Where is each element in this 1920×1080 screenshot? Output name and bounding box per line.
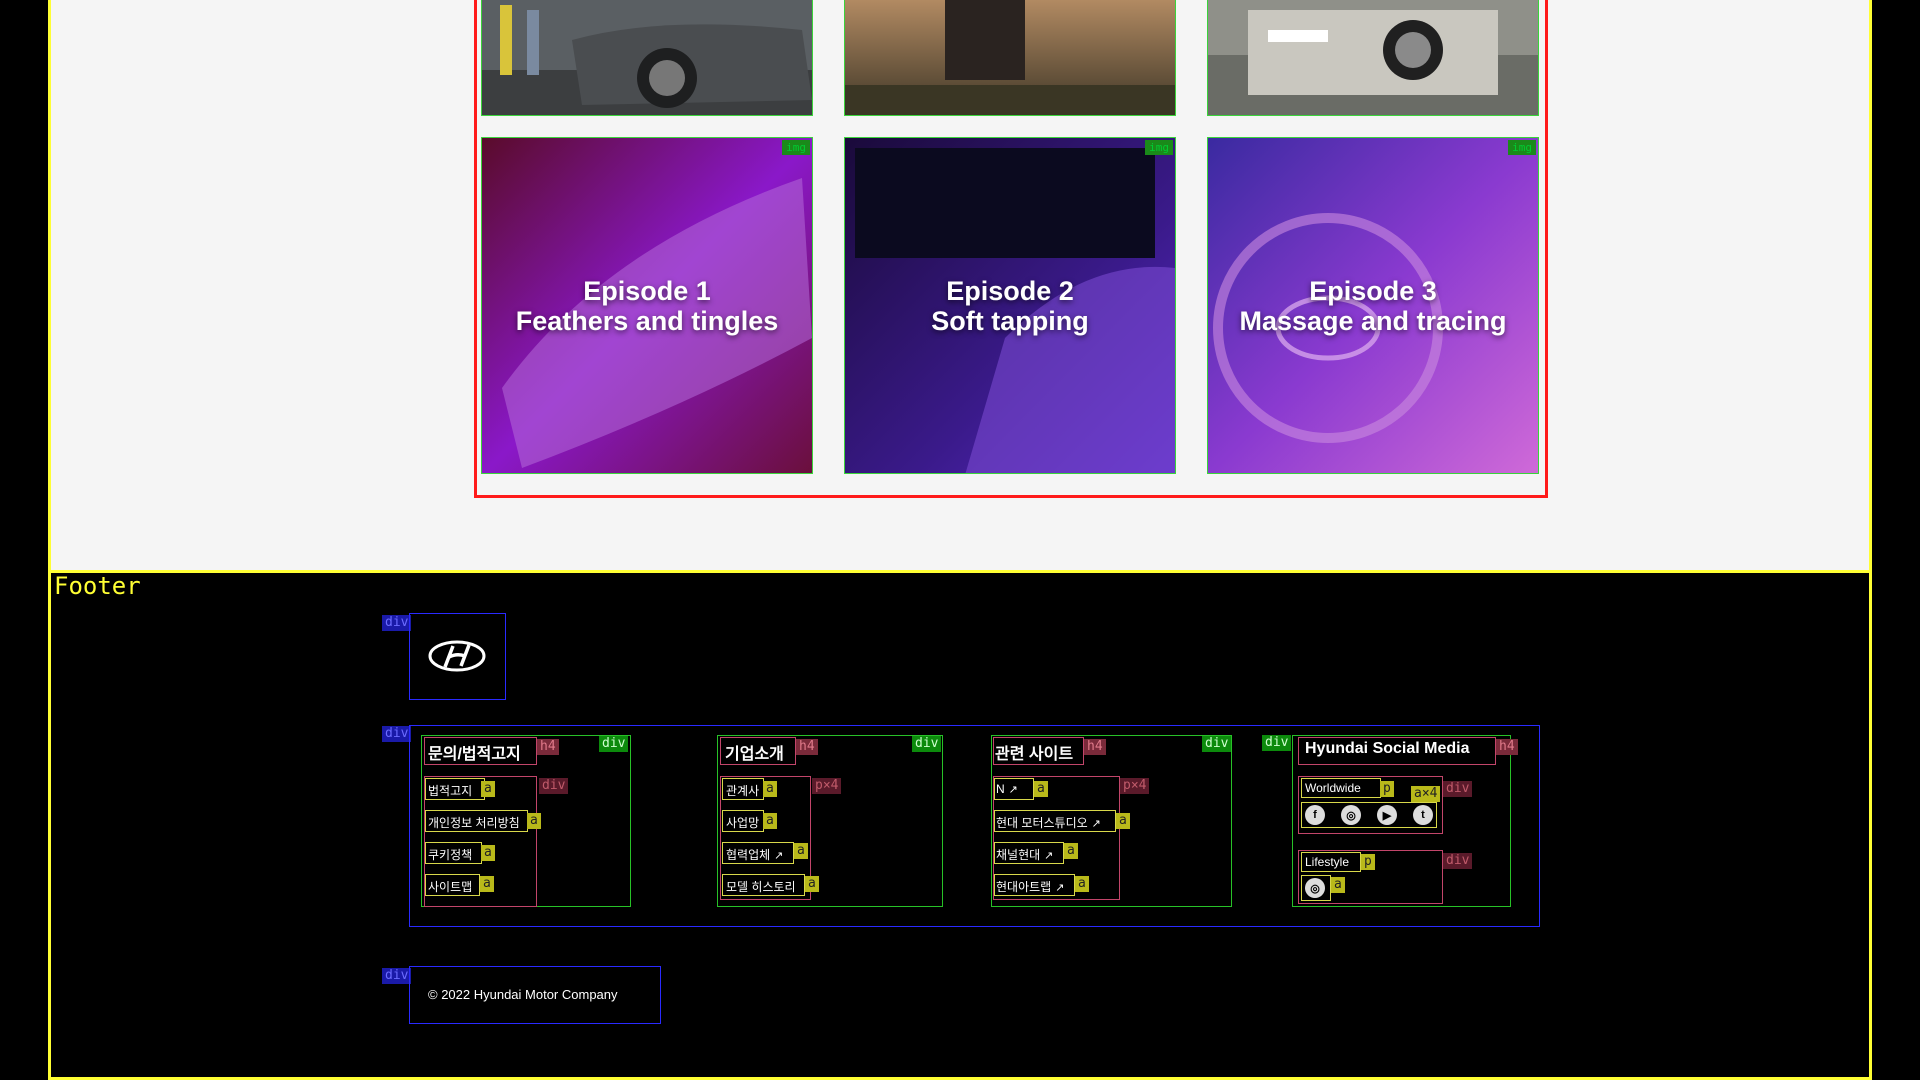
a-tag: a	[794, 843, 808, 859]
link-cookie-policy[interactable]: 쿠키정책	[428, 846, 472, 863]
car-photo-tile-1[interactable]	[481, 0, 813, 116]
p-tag: p	[1380, 781, 1394, 797]
a-tag: a	[480, 876, 494, 892]
link-channel-hyundai[interactable]: 채널현대 ↗	[996, 846, 1053, 863]
episode-1-caption: Episode 1 Feathers and tingles	[482, 138, 812, 473]
episode-3-subtitle: Massage and tracing	[1239, 305, 1507, 336]
img-tag: img	[1145, 140, 1173, 155]
episode-2-subtitle: Soft tapping	[931, 305, 1089, 336]
link-partners[interactable]: 협력업체 ↗	[726, 846, 783, 863]
div-tag: div	[539, 778, 569, 794]
link-n[interactable]: N ↗	[996, 782, 1018, 796]
link-legal-notice[interactable]: 법적고지	[428, 782, 472, 799]
h4-tag: h4	[1496, 739, 1518, 755]
notice-title: 문의/법적고지	[428, 746, 521, 763]
img-tag: img	[1508, 140, 1536, 155]
youtube-icon[interactable]: ▶	[1377, 805, 1397, 825]
episode-1-subtitle: Feathers and tingles	[515, 305, 779, 336]
a-tag: a	[481, 845, 495, 861]
a-tag: a	[763, 781, 777, 797]
div-tag: div	[912, 736, 942, 752]
h4-tag: h4	[796, 739, 818, 755]
car-photo	[482, 0, 812, 115]
external-link-icon: ↗	[1055, 882, 1065, 894]
content-area: Episode 1 Feathers and tingles img Episo…	[48, 0, 1872, 572]
p-tag: p	[1361, 854, 1375, 870]
a-tag: a	[1331, 877, 1345, 893]
a-tag: a	[1075, 876, 1089, 892]
episode-tile-2[interactable]: Episode 2 Soft tapping img	[844, 137, 1176, 474]
div-tag: div	[382, 726, 412, 742]
link-business-network[interactable]: 사업망	[726, 814, 759, 831]
hyundai-logo-icon	[428, 640, 486, 672]
photo-tile-2[interactable]	[844, 0, 1176, 116]
a-tag: a	[805, 876, 819, 892]
a-tag: a	[1064, 843, 1078, 859]
social-title: Hyundai Social Media	[1305, 740, 1470, 757]
link-sitemap[interactable]: 사이트맵	[428, 878, 472, 895]
link-motorstudio[interactable]: 현대 모터스튜디오 ↗	[996, 814, 1101, 831]
a4-tag: a×4	[1411, 786, 1441, 802]
div-tag: div	[1202, 736, 1232, 752]
episode-2-title: Episode 2	[946, 275, 1074, 306]
footer-label: Footer	[54, 572, 141, 600]
sunset-photo	[845, 0, 1175, 115]
px4-tag: p×4	[1120, 778, 1150, 794]
instagram-icon[interactable]: ◎	[1341, 805, 1361, 825]
h4-tag: h4	[1084, 739, 1106, 755]
external-link-icon: ↗	[774, 850, 784, 862]
a-tag: a	[1116, 813, 1130, 829]
company-title: 기업소개	[725, 746, 784, 763]
a-tag: a	[1034, 781, 1048, 797]
upper-section: Episode 1 Feathers and tingles img Episo…	[0, 0, 1920, 572]
episode-3-caption: Episode 3 Massage and tracing	[1208, 138, 1538, 473]
external-link-icon: ↗	[1008, 784, 1018, 796]
px4-tag: p×4	[812, 778, 842, 794]
div-tag: div	[1443, 853, 1473, 869]
a-tag: a	[527, 813, 541, 829]
worldwide-label: Worldwide	[1305, 781, 1361, 795]
a-tag: a	[481, 781, 495, 797]
link-affiliates[interactable]: 관계사	[726, 782, 759, 799]
episode-1-title: Episode 1	[583, 275, 711, 306]
episode-3-title: Episode 3	[1309, 275, 1437, 306]
lifestyle-instagram-icon[interactable]: ◎	[1305, 878, 1325, 898]
a-tag: a	[763, 813, 777, 829]
logo-box[interactable]	[409, 613, 506, 700]
episode-tile-1[interactable]: Episode 1 Feathers and tingles img	[481, 137, 813, 474]
facebook-icon[interactable]: f	[1305, 805, 1325, 825]
div-tag: div	[1262, 735, 1292, 751]
link-artlab[interactable]: 현대아트랩 ↗	[996, 878, 1064, 895]
link-privacy-policy[interactable]: 개인정보 처리방침	[428, 814, 520, 831]
external-link-icon: ↗	[1091, 818, 1101, 830]
lifestyle-label: Lifestyle	[1305, 855, 1350, 869]
copyright-text: © 2022 Hyundai Motor Company	[428, 987, 618, 1002]
img-tag: img	[782, 140, 810, 155]
link-model-history[interactable]: 모델 히스토리	[726, 878, 796, 895]
episode-tile-3[interactable]: Episode 3 Massage and tracing img	[1207, 137, 1539, 474]
car-photo-tile-3[interactable]	[1207, 0, 1539, 116]
related-title: 관련 사이트	[995, 746, 1074, 763]
episode-2-caption: Episode 2 Soft tapping	[845, 138, 1175, 473]
external-link-icon: ↗	[1044, 850, 1054, 862]
div-tag: div	[1443, 781, 1473, 797]
episode-grid: Episode 1 Feathers and tingles img Episo…	[474, 0, 1548, 498]
div-tag: div	[382, 615, 412, 631]
div-tag: div	[599, 736, 629, 752]
car-photo	[1208, 0, 1538, 115]
twitter-icon[interactable]: t	[1413, 805, 1433, 825]
h4-tag: h4	[537, 739, 559, 755]
div-tag: div	[382, 968, 412, 984]
